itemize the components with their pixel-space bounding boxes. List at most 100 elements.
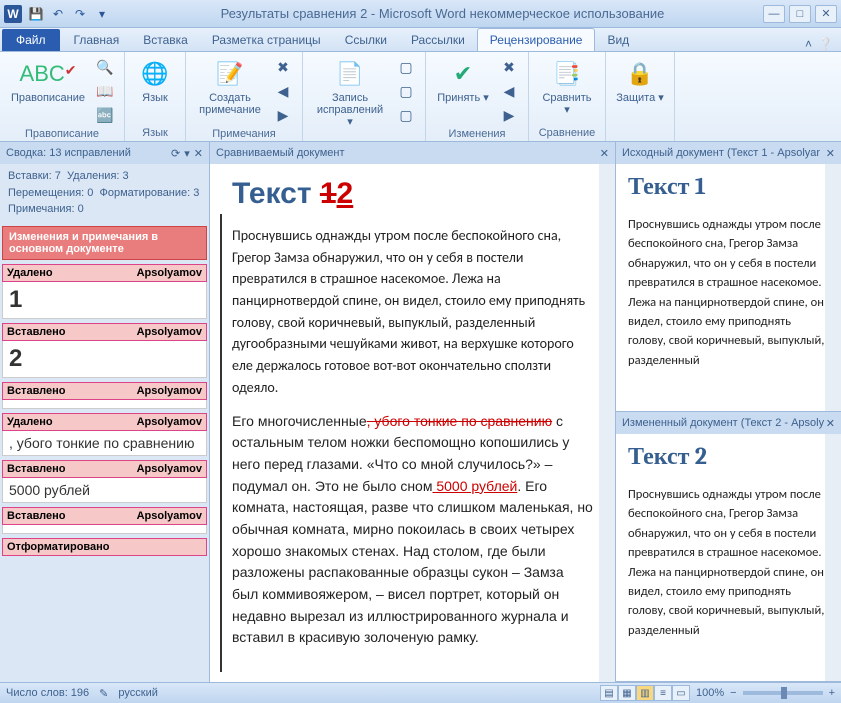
thesaurus-icon[interactable]: 📖 — [94, 80, 116, 102]
title-bar: W 💾 ↶ ↷ ▾ Результаты сравнения 2 - Micro… — [0, 0, 841, 28]
doc-paragraph: Проснувшись однажды утром после беспокой… — [628, 215, 829, 370]
redo-icon[interactable]: ↷ — [72, 6, 88, 22]
spelling-button[interactable]: ABC✔ Правописание — [8, 56, 88, 106]
protect-icon: 🔒 — [624, 58, 656, 90]
tab-insert[interactable]: Вставка — [131, 29, 200, 51]
zoom-out-icon[interactable]: − — [730, 687, 736, 699]
revised-document-panel: Измененный документ (Текст 2 - Apsoly ✕ … — [616, 412, 841, 682]
language-button[interactable]: 🌐 Язык — [133, 56, 177, 106]
revision-item[interactable]: УдаленоApsolyamov , убого тонкие по срав… — [2, 413, 207, 456]
fullscreen-view-icon[interactable]: ▦ — [618, 685, 636, 701]
delete-comment-icon[interactable]: ✖ — [272, 56, 294, 78]
tab-mailings[interactable]: Рассылки — [399, 29, 477, 51]
revision-item[interactable]: Отформатировано — [2, 538, 207, 556]
original-document-panel: Исходный документ (Текст 1 - Apsolyar ✕ … — [616, 142, 841, 412]
zoom-thumb[interactable] — [781, 687, 787, 699]
compare-icon: 📑 — [551, 58, 583, 90]
zoom-level[interactable]: 100% — [696, 687, 724, 699]
language-icon: 🌐 — [139, 58, 171, 90]
close-button[interactable]: ✕ — [815, 5, 837, 23]
summary-title: Сводка: 13 исправлений — [6, 147, 131, 159]
qat-more-icon[interactable]: ▾ — [94, 6, 110, 22]
minimize-button[interactable]: — — [763, 5, 785, 23]
close-pane-icon[interactable]: ✕ — [194, 147, 203, 160]
save-icon[interactable]: 💾 — [28, 6, 44, 22]
refresh-icon[interactable]: ⟳ — [171, 147, 180, 160]
show-markup-icon[interactable]: ▢ — [395, 80, 417, 102]
prev-comment-icon[interactable]: ◀ — [272, 80, 294, 102]
ribbon-group-changes: ✔ Принять ▾ ✖ ◀ ▶ Изменения — [426, 52, 529, 141]
reviewing-pane-header: Сводка: 13 исправлений ⟳ ▾ ✕ — [0, 142, 209, 164]
track-changes-icon: 📄 — [334, 58, 366, 90]
workspace: Сводка: 13 исправлений ⟳ ▾ ✕ Вставки: 7 … — [0, 142, 841, 682]
new-comment-icon: 📝 — [214, 58, 246, 90]
vertical-scrollbar[interactable] — [825, 434, 841, 681]
tab-references[interactable]: Ссылки — [333, 29, 399, 51]
web-layout-view-icon[interactable]: ▥ — [636, 685, 654, 701]
reject-icon[interactable]: ✖ — [498, 56, 520, 78]
zoom-in-icon[interactable]: + — [829, 687, 835, 699]
options-icon[interactable]: ▾ — [184, 147, 190, 160]
compare-button[interactable]: 📑 Сравнить ▾ — [537, 56, 597, 118]
vertical-scrollbar[interactable] — [825, 164, 841, 411]
protect-button[interactable]: 🔒 Защита ▾ — [614, 56, 666, 106]
accept-button[interactable]: ✔ Принять ▾ — [434, 56, 492, 106]
doc-title: Текст 12 — [232, 176, 593, 211]
outline-view-icon[interactable]: ≡ — [654, 685, 672, 701]
compared-doc-content[interactable]: Текст 12 Проснувшись однажды утром после… — [210, 164, 615, 682]
zoom-slider[interactable] — [743, 691, 823, 695]
doc-paragraph: Проснувшись однажды утром после беспокой… — [628, 485, 829, 640]
language-status[interactable]: русский — [118, 687, 157, 699]
next-change-icon[interactable]: ▶ — [498, 104, 520, 126]
original-doc-header: Исходный документ (Текст 1 - Apsolyar ✕ — [616, 142, 841, 164]
tab-file[interactable]: Файл — [2, 29, 60, 51]
original-doc-content[interactable]: Текст 1 Проснувшись однажды утром после … — [616, 164, 841, 411]
help-icon[interactable]: ❔ — [818, 37, 833, 51]
tab-home[interactable]: Главная — [62, 29, 132, 51]
reviewing-pane-icon[interactable]: ▢ — [395, 104, 417, 126]
doc-paragraph: Проснувшись однажды утром после беспокой… — [232, 225, 593, 399]
doc-paragraph: Его многочисленные, убого тонкие по срав… — [232, 411, 593, 650]
maximize-button[interactable]: □ — [789, 5, 811, 23]
proofing-status-icon[interactable]: ✎ — [99, 687, 108, 700]
word-count[interactable]: Число слов: 196 — [6, 687, 89, 699]
doc-title: Текст 1 — [628, 172, 829, 201]
status-bar: Число слов: 196 ✎ русский ▤ ▦ ▥ ≡ ▭ 100%… — [0, 682, 841, 703]
ribbon-tabs: Файл Главная Вставка Разметка страницы С… — [0, 28, 841, 52]
close-panel-icon[interactable]: ✕ — [826, 417, 835, 430]
revision-item[interactable]: ВставленоApsolyamov — [2, 382, 207, 409]
close-panel-icon[interactable]: ✕ — [600, 147, 609, 160]
revised-doc-content[interactable]: Текст 2 Проснувшись однажды утром после … — [616, 434, 841, 681]
revision-item[interactable]: ВставленоApsolyamov — [2, 507, 207, 534]
quick-access-toolbar: 💾 ↶ ↷ ▾ — [28, 6, 110, 22]
revised-doc-header: Измененный документ (Текст 2 - Apsoly ✕ — [616, 412, 841, 434]
revision-item[interactable]: УдаленоApsolyamov 1 — [2, 264, 207, 319]
window-controls: — □ ✕ — [763, 5, 837, 23]
tab-review[interactable]: Рецензирование — [477, 28, 596, 51]
tab-layout[interactable]: Разметка страницы — [200, 29, 333, 51]
ribbon-group-compare: 📑 Сравнить ▾ Сравнение — [529, 52, 606, 141]
wordcount-icon[interactable]: 🔤 — [94, 104, 116, 126]
undo-icon[interactable]: ↶ — [50, 6, 66, 22]
ribbon-group-language: 🌐 Язык Язык — [125, 52, 186, 141]
compared-document-panel: Сравниваемый документ ✕ Текст 12 Проснув… — [210, 142, 616, 682]
next-comment-icon[interactable]: ▶ — [272, 104, 294, 126]
display-for-review-icon[interactable]: ▢ — [395, 56, 417, 78]
revision-item[interactable]: ВставленоApsolyamov 2 — [2, 323, 207, 378]
vertical-scrollbar[interactable] — [599, 164, 615, 682]
track-changes-button[interactable]: 📄 Запись исправлений ▾ — [311, 56, 389, 130]
spelling-icon: ABC✔ — [32, 58, 64, 90]
word-app-icon: W — [4, 5, 22, 23]
print-layout-view-icon[interactable]: ▤ — [600, 685, 618, 701]
revision-item[interactable]: ВставленоApsolyamov 5000 рублей — [2, 460, 207, 503]
draft-view-icon[interactable]: ▭ — [672, 685, 690, 701]
doc-title: Текст 2 — [628, 442, 829, 471]
new-comment-button[interactable]: 📝 Создать примечание — [194, 56, 266, 118]
prev-change-icon[interactable]: ◀ — [498, 80, 520, 102]
ribbon-group-tracking: 📄 Запись исправлений ▾ ▢ ▢ ▢ — [303, 52, 426, 141]
research-icon[interactable]: 🔍 — [94, 56, 116, 78]
tab-view[interactable]: Вид — [595, 29, 641, 51]
close-panel-icon[interactable]: ✕ — [826, 147, 835, 160]
source-panes: Исходный документ (Текст 1 - Apsolyar ✕ … — [616, 142, 841, 682]
ribbon-minimize-icon[interactable]: ˄ — [805, 37, 812, 51]
